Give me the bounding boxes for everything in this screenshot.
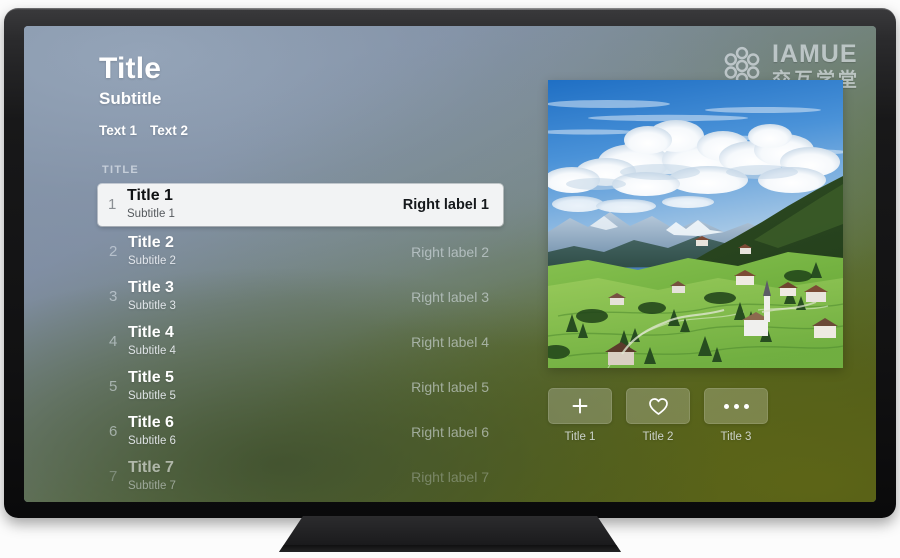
action-button-group-1: Title 1: [548, 388, 612, 443]
header-text-2: Text 2: [150, 122, 189, 138]
list-row-5[interactable]: 5 Title 5 Subtitle 5 Right label 5: [99, 368, 503, 406]
action-button-group-3: Title 3: [704, 388, 768, 443]
row-right-label: Right label 2: [411, 243, 489, 260]
plus-icon: [570, 396, 590, 416]
action-button-row: Title 1 Title 2 Title 3: [548, 388, 844, 443]
tv-screen: IAMUE 交互学堂 Title Subtitle Text 1 Text 2 …: [24, 26, 876, 502]
more-button[interactable]: [704, 388, 768, 424]
row-index: 4: [109, 333, 118, 351]
list-row-6[interactable]: 6 Title 6 Subtitle 6 Right label 6: [99, 413, 503, 451]
screenshot-root: IAMUE 交互学堂 Title Subtitle Text 1 Text 2 …: [0, 0, 900, 558]
ellipsis-icon: [723, 403, 749, 409]
list-row-1[interactable]: 1 Title 1 Subtitle 1 Right label 1: [98, 183, 503, 226]
page-title: Title: [99, 52, 162, 85]
page-subtitle: Subtitle: [99, 88, 162, 108]
row-title: Title 2: [128, 234, 174, 252]
list-row-4[interactable]: 4 Title 4 Subtitle 4 Right label 4: [99, 323, 503, 361]
list-row-3[interactable]: 3 Title 3 Subtitle 3 Right label 3: [99, 278, 503, 316]
row-title: Title 6: [128, 414, 174, 432]
row-index: 5: [109, 378, 118, 396]
row-index: 3: [109, 288, 118, 306]
header-meta-texts: Text 1 Text 2: [99, 123, 503, 138]
brand-name-en: IAMUE: [771, 40, 858, 68]
row-index: 1: [108, 196, 117, 214]
row-index: 2: [109, 243, 118, 261]
list-row-7[interactable]: 7 Title 7 Subtitle 7 Right label 7: [99, 458, 503, 496]
row-subtitle: Subtitle 1: [127, 207, 175, 220]
row-title: Title 4: [128, 324, 174, 342]
row-right-label: Right label 3: [411, 288, 489, 305]
heart-icon: [648, 397, 669, 416]
row-right-label: Right label 7: [411, 468, 489, 485]
hero-photo[interactable]: [548, 80, 843, 368]
row-subtitle: Subtitle 5: [128, 389, 176, 402]
header-text-1: Text 1: [99, 122, 138, 138]
row-text-block: Title 3 Subtitle 3: [128, 279, 401, 314]
row-text-block: Title 5 Subtitle 5: [128, 369, 401, 404]
row-right-label: Right label 6: [411, 423, 489, 440]
list-section-header: TITLE: [102, 163, 140, 176]
row-title: Title 7: [128, 459, 174, 477]
content-list: 1 Title 1 Subtitle 1 Right label 1 2 Tit…: [98, 183, 503, 496]
row-right-label: Right label 4: [411, 333, 489, 350]
row-index: 7: [109, 468, 118, 486]
row-subtitle: Subtitle 7: [128, 479, 176, 492]
action-label-2: Title 2: [642, 431, 674, 443]
left-column: Title Subtitle Text 1 Text 2 TITLE 1 Tit…: [98, 52, 503, 502]
action-button-group-2: Title 2: [626, 388, 690, 443]
action-label-1: Title 1: [564, 431, 596, 443]
row-title: Title 1: [127, 187, 173, 205]
action-label-3: Title 3: [720, 431, 752, 443]
row-subtitle: Subtitle 4: [128, 344, 176, 357]
row-right-label: Right label 5: [411, 378, 489, 395]
favorite-button[interactable]: [626, 388, 690, 424]
row-index: 6: [109, 423, 118, 441]
add-button[interactable]: [548, 388, 612, 424]
row-right-label: Right label 1: [402, 196, 489, 213]
right-column: Title 1 Title 2 Title 3: [548, 80, 844, 443]
list-row-2[interactable]: 2 Title 2 Subtitle 2 Right label 2: [99, 233, 503, 271]
tv-stand: [279, 516, 621, 552]
row-text-block: Title 6 Subtitle 6: [128, 414, 401, 449]
row-subtitle: Subtitle 6: [128, 434, 176, 447]
row-subtitle: Subtitle 3: [128, 299, 176, 312]
row-text-block: Title 2 Subtitle 2: [128, 234, 401, 269]
row-title: Title 3: [128, 279, 174, 297]
row-subtitle: Subtitle 2: [128, 254, 176, 267]
row-text-block: Title 7 Subtitle 7: [128, 459, 401, 494]
row-title: Title 5: [128, 369, 174, 387]
row-text-block: Title 4 Subtitle 4: [128, 324, 401, 359]
row-text-block: Title 1 Subtitle 1: [127, 187, 393, 222]
